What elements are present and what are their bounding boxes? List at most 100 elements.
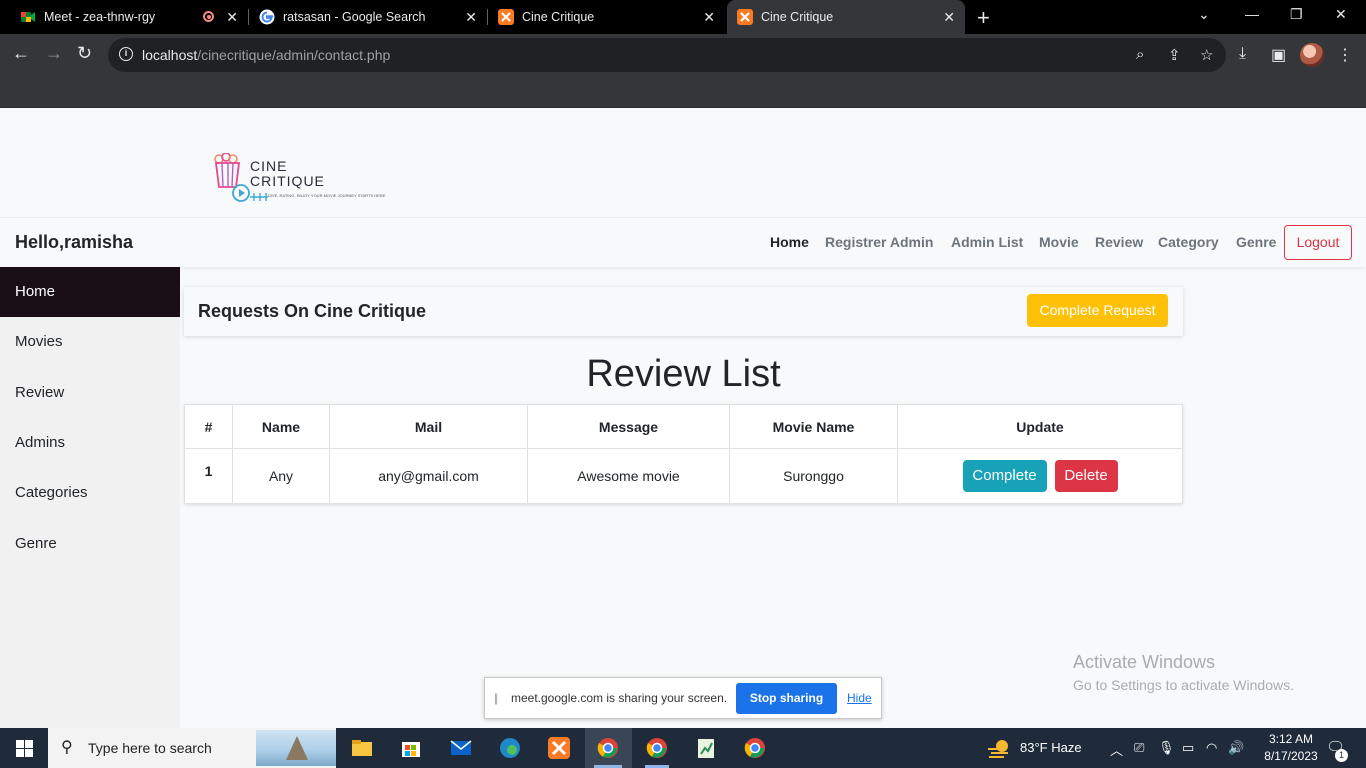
battery-icon[interactable]: ▭ [1182,740,1194,756]
back-icon[interactable]: ← [12,43,30,64]
watermark-line1: Activate Windows [1073,652,1216,672]
windows-taskbar: ⚲ Type here to search 83°F Haze ︿ ⎚ 🎙 ▭ … [0,728,1366,768]
volume-icon[interactable]: 🔊 [1228,740,1244,756]
sidebar-item-home[interactable]: Home [0,267,180,317]
column-header-number: # [184,404,233,449]
tab-google-search[interactable]: ratsasan - Google Search ✕ [249,0,487,34]
recording-icon [203,11,214,22]
sidebar-item-review[interactable]: Review [0,368,180,418]
share-message: meet.google.com is sharing your screen. [511,691,728,705]
minimize-icon[interactable]: — [1245,6,1259,22]
logout-button[interactable]: Logout [1284,225,1352,260]
edge-icon[interactable] [498,736,522,760]
greeting: Hello,ramisha [15,232,134,252]
row-update-actions: Complete Delete [897,448,1183,504]
address-bar[interactable]: i localhost/cinecritique/admin/contact.p… [108,38,1226,72]
complete-request-button[interactable]: Complete Request [1027,294,1168,327]
chrome-icon[interactable] [743,736,767,760]
chrome-profile-icon[interactable] [645,736,669,760]
google-meet-icon [21,12,35,22]
tab-meet[interactable]: Meet - zea-thnw-rgy ✕ [0,0,248,34]
zoom-icon[interactable]: ⌕ [1136,46,1144,63]
google-icon [259,9,275,25]
tab-cine-critique[interactable]: Cine Critique ✕ [488,0,725,34]
drag-handle-icon[interactable]: || [494,691,498,705]
sidebar: Home Movies Review Admins Categories Gen… [0,267,180,728]
tab-search-icon[interactable]: ⌄ [1198,6,1210,23]
row-mail: any@gmail.com [329,448,528,504]
table-header-row: # Name Mail Message Movie Name Update [184,404,1183,449]
browser-tab-bar: Meet - zea-thnw-rgy ✕ ratsasan - Google … [0,0,1366,34]
search-icon: ⚲ [61,739,73,756]
tab-title: Meet - zea-thnw-rgy [44,10,156,24]
nav-category[interactable]: Category [1158,234,1219,250]
microphone-icon[interactable]: 🎙 [1158,740,1175,756]
taskbar-search[interactable]: ⚲ Type here to search [48,728,336,768]
profile-avatar-icon[interactable] [1300,43,1324,67]
column-header-name: Name [232,404,330,449]
xampp-icon[interactable] [547,736,571,760]
site-info-icon[interactable]: i [119,47,133,61]
share-icon[interactable]: ⇪ [1168,46,1181,64]
windows-start-icon[interactable] [16,740,33,757]
reload-icon[interactable]: ↻ [77,43,92,64]
microsoft-store-icon[interactable] [399,736,423,760]
chrome-icon[interactable] [596,736,620,760]
nav-home[interactable]: Home [770,234,809,250]
sidebar-item-categories[interactable]: Categories [0,468,180,518]
system-clock[interactable]: 3:12 AM 8/17/2023 [1256,731,1326,765]
nav-review[interactable]: Review [1095,234,1143,250]
notepad-chart-icon[interactable] [694,736,718,760]
side-panel-icon[interactable]: ▣ [1271,45,1286,65]
mail-icon[interactable] [449,736,473,760]
tab-title: Cine Critique [761,10,834,24]
logo-text-line1: CINE [250,158,288,174]
restore-icon[interactable]: ❐ [1290,6,1303,23]
delete-button[interactable]: Delete [1054,460,1118,492]
tab-cine-critique-active[interactable]: Cine Critique ✕ [727,0,965,34]
review-table: # Name Mail Message Movie Name Update 1 … [184,404,1183,504]
column-header-update: Update [897,404,1183,449]
cine-critique-logo[interactable]: CINE CRITIQUE DIVE, RATING, ENJOY YOUR M… [212,153,386,205]
complete-button[interactable]: Complete [962,460,1047,492]
stop-sharing-button[interactable]: Stop sharing [736,683,837,714]
column-header-message: Message [527,404,730,449]
menu-kebab-icon[interactable]: ⋮ [1337,45,1353,65]
wifi-icon[interactable]: ◠ [1206,740,1217,756]
page: CINE CRITIQUE DIVE, RATING, ENJOY YOUR M… [0,109,1366,728]
close-tab-icon[interactable]: ✕ [703,9,715,26]
show-hidden-icons-icon[interactable]: ︿ [1110,740,1123,759]
activate-windows-watermark: Activate Windows Go to Settings to activ… [1073,652,1294,693]
screen-share-bar: || meet.google.com is sharing your scree… [484,677,882,719]
watermark-line2: Go to Settings to activate Windows. [1073,677,1294,693]
close-tab-icon[interactable]: ✕ [226,9,238,26]
nav-movie[interactable]: Movie [1039,234,1079,250]
close-tab-icon[interactable]: ✕ [465,9,477,26]
sidebar-item-genre[interactable]: Genre [0,519,180,569]
close-window-icon[interactable]: ✕ [1335,6,1347,23]
nav-register-admin[interactable]: Registrer Admin [825,234,933,250]
search-placeholder: Type here to search [88,740,212,756]
weather-haze-icon[interactable] [986,738,1012,758]
review-list-heading: Review List [586,353,781,395]
nav-genre[interactable]: Genre [1236,234,1276,250]
file-explorer-icon[interactable] [350,736,374,760]
url-text: localhost/cinecritique/admin/contact.php [142,47,391,63]
hide-link[interactable]: Hide [847,691,872,705]
close-tab-icon[interactable]: ✕ [943,9,955,26]
sidebar-item-admins[interactable]: Admins [0,418,180,468]
bookmark-star-icon[interactable]: ☆ [1200,46,1213,64]
row-number: 1 [184,448,233,504]
download-icon[interactable]: ⤓ [1239,45,1246,63]
sidebar-item-movies[interactable]: Movies [0,317,180,367]
meet-camera-icon[interactable]: ⎚ [1134,740,1144,756]
browser-toolbar: ← → ↻ i localhost/cinecritique/admin/con… [0,34,1366,76]
logo-tagline: DIVE, RATING, ENJOY YOUR MOVIE JOURNEY S… [268,193,386,198]
nav-admin-list[interactable]: Admin List [951,234,1023,250]
weather-text[interactable]: 83°F Haze [1020,740,1082,755]
xampp-icon [737,9,753,25]
new-tab-icon[interactable]: + [977,5,990,31]
row-name: Any [232,448,330,504]
clock-date: 8/17/2023 [1264,749,1318,763]
forward-icon[interactable]: → [45,43,63,64]
